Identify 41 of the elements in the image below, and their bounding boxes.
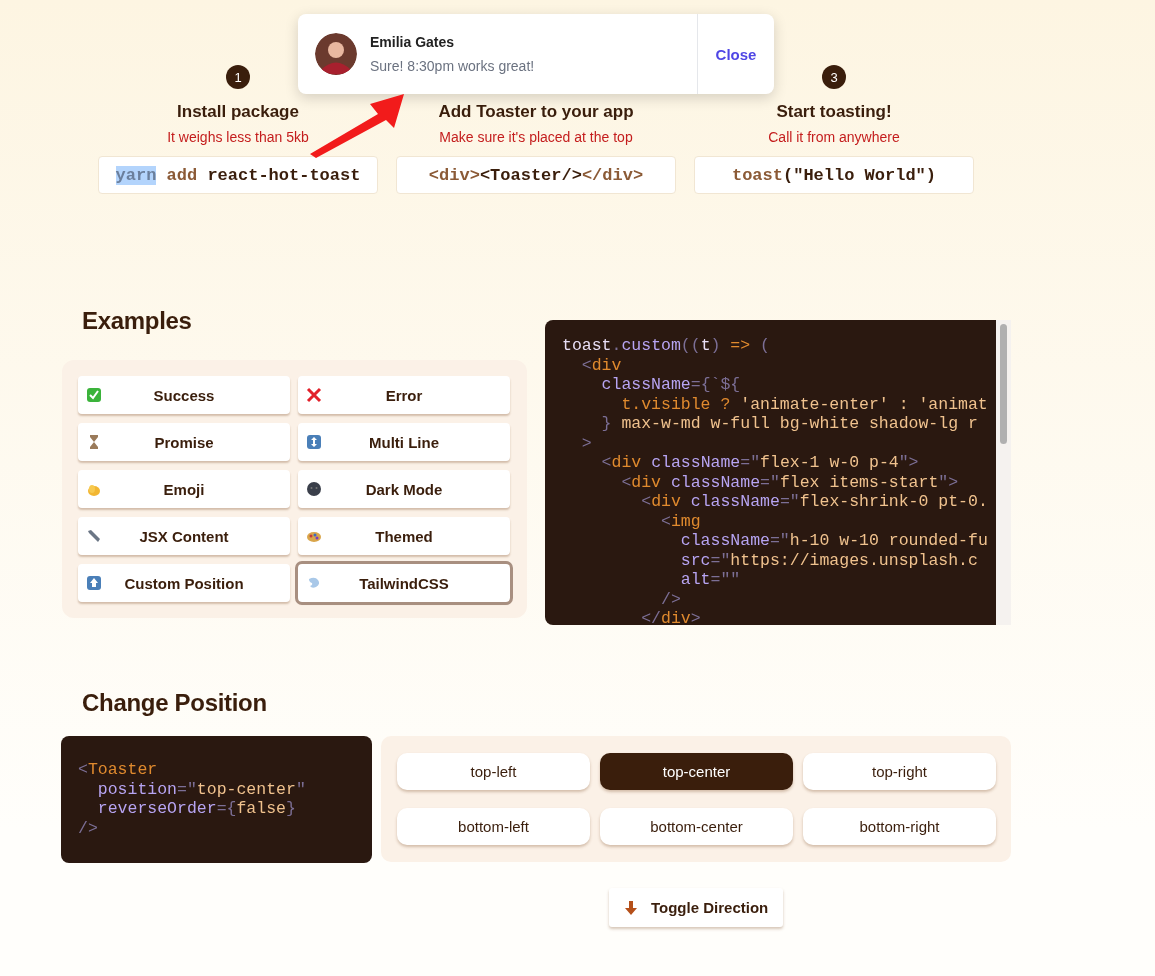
position-button[interactable]: bottom-right [803, 808, 996, 845]
step-subtitle: Make sure it's placed at the top [439, 129, 633, 145]
example-button[interactable]: Error [298, 376, 510, 414]
step-number: 1 [226, 65, 250, 89]
close-button[interactable]: Close [697, 14, 774, 94]
code-snippet: yarn add react-hot-toast [98, 156, 378, 194]
step-title: Install package [177, 102, 299, 122]
example-button[interactable]: Dark Mode [298, 470, 510, 508]
example-button[interactable]: Custom Position [78, 564, 290, 602]
toast-message: Sure! 8:30pm works great! [370, 58, 535, 74]
position-button[interactable]: top-center [600, 753, 793, 790]
example-button[interactable]: JSX Content [78, 517, 290, 555]
position-button[interactable]: bottom-left [397, 808, 590, 845]
code-snippet: <div><Toaster/></div> [396, 156, 676, 194]
example-button[interactable]: Emoji [78, 470, 290, 508]
step-number: 3 [822, 65, 846, 89]
section-heading: Examples [82, 307, 193, 335]
sender-name: Emilia Gates [370, 34, 456, 50]
down-arrow-icon [623, 899, 639, 916]
avatar [315, 33, 357, 75]
example-button[interactable]: Success [78, 376, 290, 414]
example-button[interactable]: Themed [298, 517, 510, 555]
cross-icon [306, 387, 322, 403]
position-button[interactable]: top-right [803, 753, 996, 790]
position-button[interactable]: top-left [397, 753, 590, 790]
step-subtitle: It weighs less than 5kb [167, 129, 309, 145]
position-button[interactable]: bottom-center [600, 808, 793, 845]
section-heading: Change Position [82, 689, 268, 717]
step-subtitle: Call it from anywhere [768, 129, 900, 145]
code-block: toast.custom((t) => ( <div className={`${ t.visible ? 'animate-enter' : 'animat } max-w-md w-full bg-white shadow-lg r > <div className="flex-1 w-0 p-4"> <div className="flex items-start"> <div className="flex-shrink-0 pt-0. <img className="h-10 w-10 rounded-fu src="https://images.unsplash.c alt="" /> </div> [545, 320, 996, 625]
example-button[interactable]: Promise [78, 423, 290, 461]
step-title: Start toasting! [776, 102, 892, 122]
step-title: Add Toaster to your app [438, 102, 634, 122]
example-button[interactable]: TailwindCSS [298, 564, 510, 602]
code-block: <Toaster position="top-center" reverseOrder={false} /> [61, 736, 372, 863]
scrollbar[interactable] [996, 320, 1011, 625]
toggle-direction-button[interactable]: Toggle Direction [609, 888, 783, 927]
check-icon [86, 387, 102, 403]
dark-moon-icon [306, 481, 322, 497]
example-button[interactable]: Multi Line [298, 423, 510, 461]
code-snippet: toast("Hello World") [694, 156, 974, 194]
